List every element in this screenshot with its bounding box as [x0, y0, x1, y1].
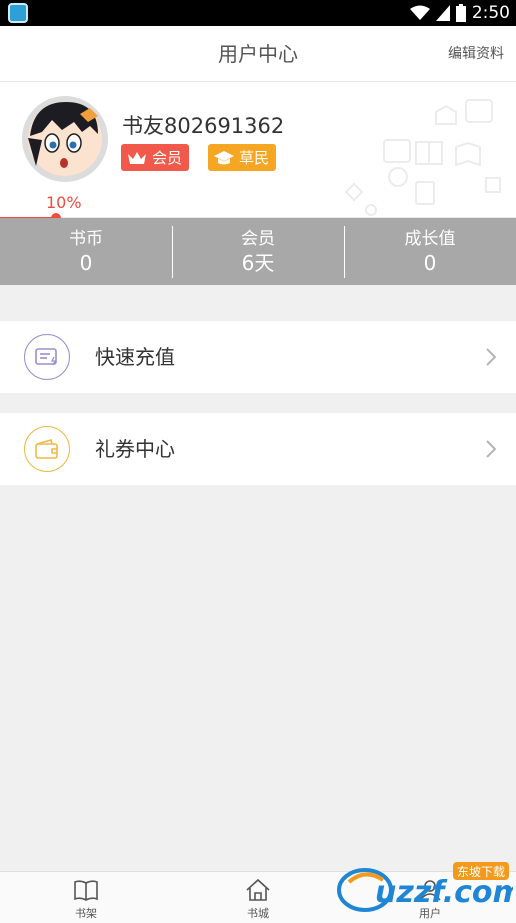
tab-bookshelf[interactable]: 书架 [0, 872, 172, 923]
watermark-text: uzzf.com [375, 875, 513, 910]
stat-growth-value: 0 [423, 251, 437, 275]
watermark-tag: 东坡下载 [457, 865, 505, 879]
status-time: 2:50 [471, 3, 510, 23]
status-indicators: 2:50 [409, 0, 510, 26]
stat-growth-label: 成长值 [404, 229, 456, 249]
menu-item-label: 快速充值 [95, 345, 175, 369]
stat-membership-value: 6天 [241, 251, 275, 275]
menu-item-recharge[interactable]: 快速充值 [0, 321, 516, 393]
member-badge: 会员 [121, 144, 190, 171]
tab-bookshelf-label: 书架 [75, 907, 97, 920]
menu-item-coupon-center[interactable]: 礼券中心 [0, 413, 516, 485]
page-title: 用户中心 [218, 42, 298, 66]
wallet-icon [24, 426, 70, 472]
status-bar: 2:50 [0, 0, 516, 26]
stat-membership-label: 会员 [241, 229, 275, 249]
chevron-right-icon [486, 440, 496, 458]
stat-coins[interactable]: 书币 0 [0, 218, 172, 285]
top-nav: 用户中心 编辑资料 [0, 26, 516, 82]
stat-coins-label: 书币 [69, 229, 103, 249]
stat-growth[interactable]: 成长值 0 [344, 218, 516, 285]
edit-profile-link[interactable]: 编辑资料 [448, 26, 504, 82]
book-icon [74, 880, 98, 901]
graduation-cap-icon [214, 150, 234, 164]
app-notification-icon [8, 3, 28, 23]
menu-item-label: 礼券中心 [95, 437, 175, 461]
tab-bookstore[interactable]: 书城 [172, 872, 344, 923]
member-badge-label: 会员 [152, 149, 183, 167]
profile-card: 书友802691362 会员 草民 10% [0, 82, 516, 218]
level-badge: 草民 [208, 144, 277, 171]
level-badge-label: 草民 [239, 149, 270, 167]
recharge-card-icon [24, 334, 70, 380]
stats-bar: 书币 0 会员 6天 成长值 0 [0, 218, 516, 285]
growth-progress-label: 10% [46, 193, 82, 212]
stat-membership[interactable]: 会员 6天 [172, 218, 344, 285]
stat-coins-value: 0 [79, 251, 93, 275]
chevron-right-icon [486, 348, 496, 366]
uzzf-watermark-logo: uzzf.com 东坡下载 [337, 862, 513, 912]
home-icon [246, 878, 270, 901]
tab-bookstore-label: 书城 [247, 907, 269, 920]
background-decoration [344, 99, 501, 216]
username: 书友802691362 [122, 114, 285, 138]
signal-icon [435, 5, 450, 21]
crown-icon [128, 151, 146, 164]
avatar[interactable] [22, 96, 108, 182]
battery-icon [455, 4, 466, 22]
wifi-icon [409, 5, 430, 20]
